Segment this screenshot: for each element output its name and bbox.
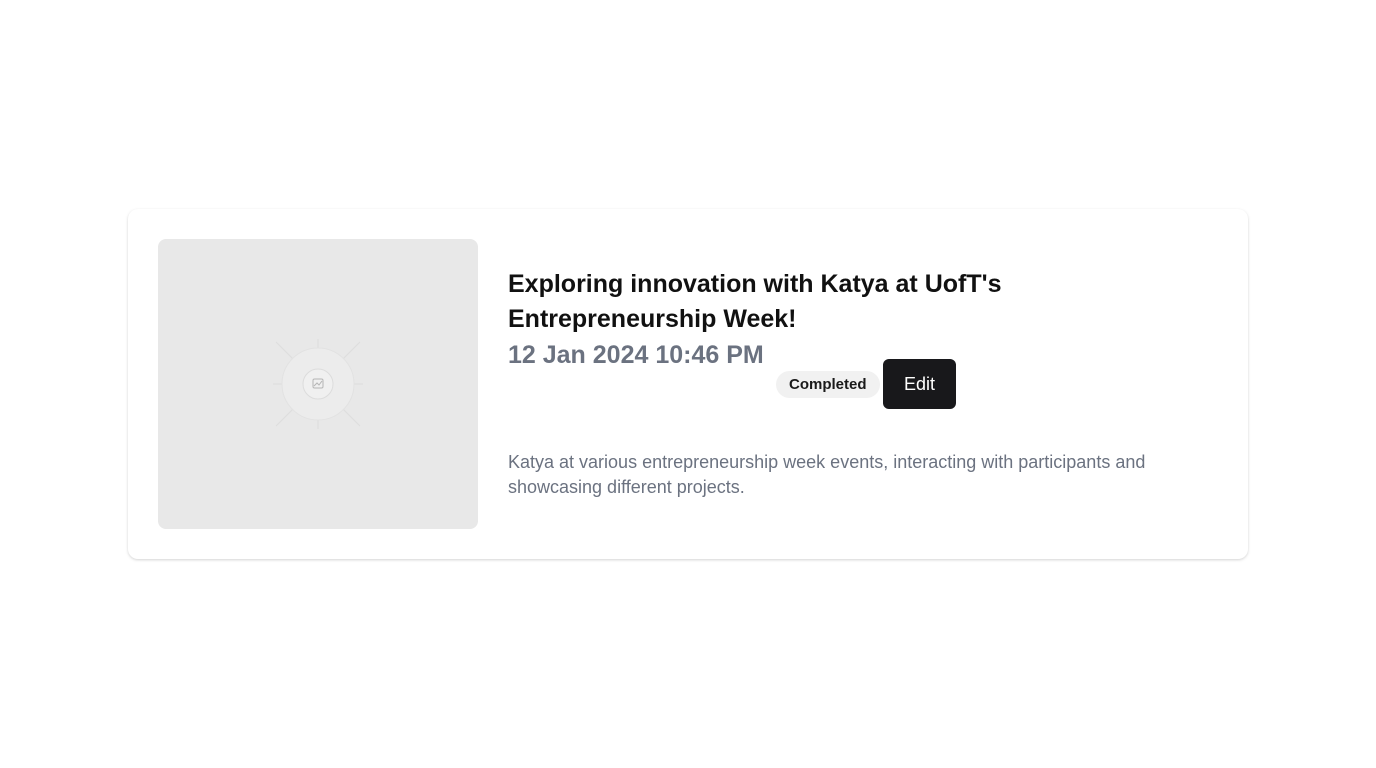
event-details: Exploring innovation with Katya at UofT'… [508, 239, 1208, 529]
event-datetime: 12 Jan 2024 10:46 PM [508, 341, 764, 369]
edit-button[interactable]: Edit [883, 359, 956, 409]
status-badge: Completed [776, 371, 880, 398]
event-card: Exploring innovation with Katya at UofT'… [128, 209, 1248, 559]
event-description: Katya at various entrepreneurship week e… [508, 452, 1146, 497]
event-image-placeholder [158, 239, 478, 529]
event-title: Exploring innovation with Katya at UofT'… [508, 270, 1002, 333]
image-placeholder-icon [273, 339, 363, 429]
